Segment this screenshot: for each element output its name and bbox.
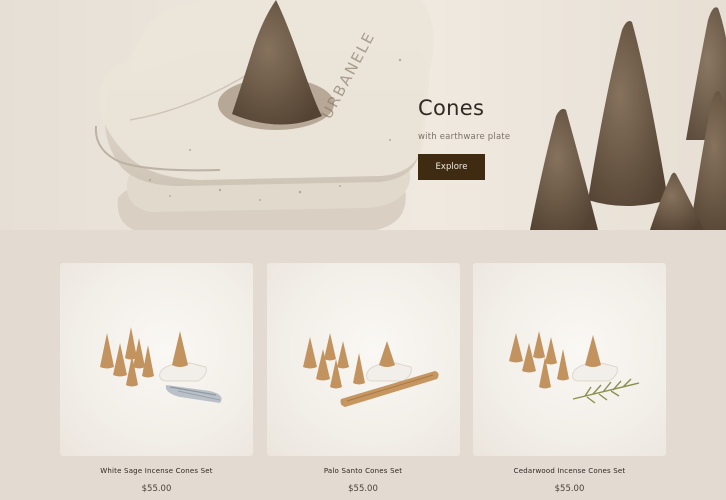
- product-name[interactable]: Palo Santo Cones Set: [267, 467, 460, 475]
- product-name[interactable]: White Sage Incense Cones Set: [60, 467, 253, 475]
- white-sage-bundle-icon: [165, 385, 222, 403]
- hero-copy: Cones with earthware plate Explore: [418, 96, 510, 180]
- product-price: $55.00: [141, 484, 172, 494]
- white-sage-cones-image: [100, 327, 222, 403]
- explore-button[interactable]: Explore: [418, 154, 485, 180]
- cedar-sprig-icon: [572, 378, 640, 404]
- product-name[interactable]: Cedarwood Incense Cones Set: [473, 467, 666, 475]
- product-grid: White Sage Incense Cones Set $55.00 Palo…: [60, 263, 666, 494]
- product-image[interactable]: [60, 263, 253, 456]
- product-card[interactable]: White Sage Incense Cones Set $55.00: [60, 263, 253, 494]
- hero-title: Cones: [418, 96, 485, 120]
- product-price: $55.00: [348, 484, 378, 494]
- palo-santo-cones-image: [302, 333, 439, 407]
- hero-image: URBANELE: [94, 0, 726, 230]
- cedarwood-cones-image: [509, 331, 640, 404]
- product-image[interactable]: [473, 263, 666, 456]
- hero-banner: URBANELE Cones with earthware plate Expl…: [0, 0, 726, 230]
- product-price: $55.00: [554, 484, 585, 494]
- hero-cones-right: [530, 7, 726, 230]
- product-card[interactable]: Palo Santo Cones Set $55.00: [266, 263, 460, 494]
- hero-subtitle: with earthware plate: [418, 132, 511, 142]
- product-card[interactable]: Cedarwood Incense Cones Set $55.00: [473, 263, 666, 494]
- product-image[interactable]: [266, 263, 460, 456]
